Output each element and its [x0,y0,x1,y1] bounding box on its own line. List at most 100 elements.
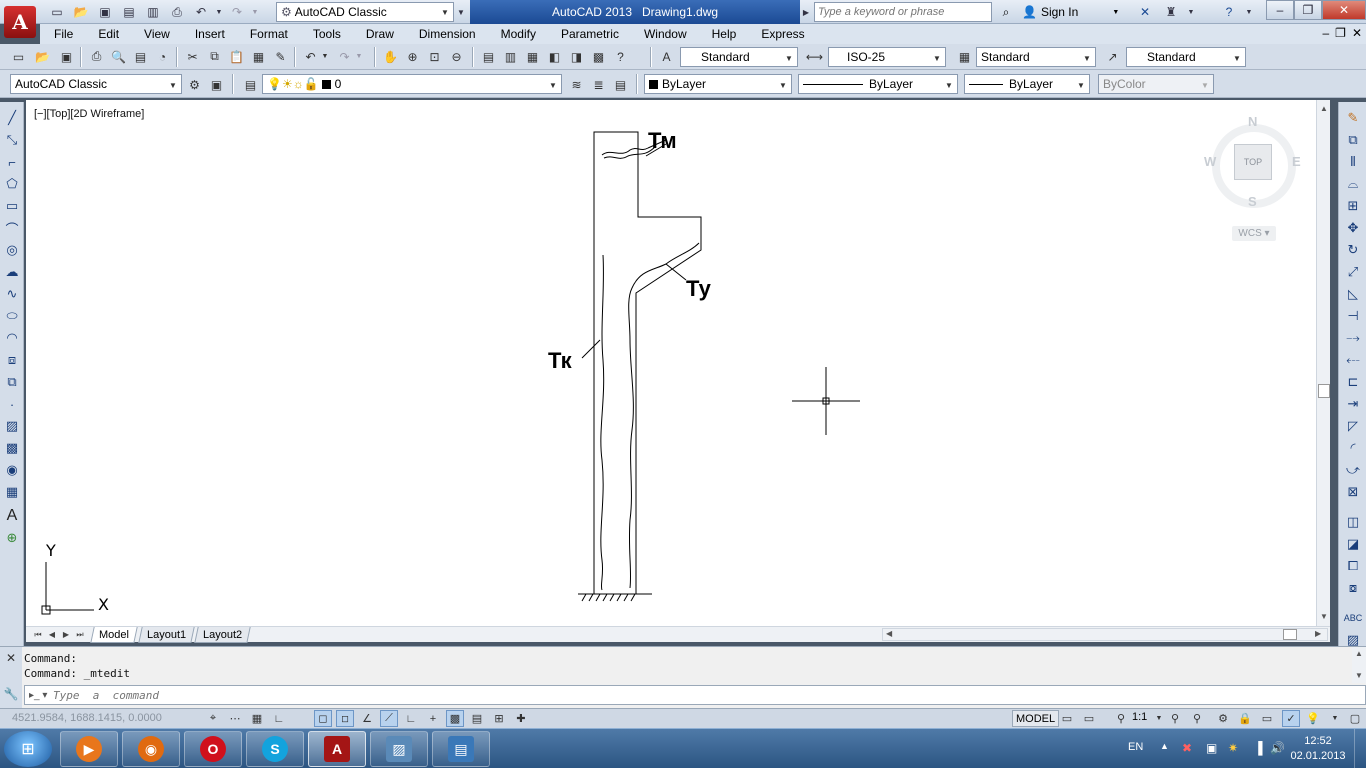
join-icon[interactable]: ⇥ [1343,394,1363,414]
extend-icon[interactable]: ⤍ [1343,328,1363,348]
linetype-dropdown[interactable]: ByLayer ▼ [798,74,958,94]
workspace-toolbar-dropdown[interactable]: AutoCAD Classic ▼ [10,74,182,94]
command-input-row[interactable]: ▸_ ▾ [24,685,1366,705]
text-style-icon[interactable]: A [656,46,677,67]
object-snap-icon[interactable]: ◽ [336,710,354,727]
construction-line-icon[interactable]: ⤡ [2,130,22,150]
plot-icon[interactable]: ⎙ [86,46,107,67]
menu-parametric[interactable]: Parametric [547,24,630,44]
sheet-set-icon[interactable]: ◧ [544,46,565,67]
command-prompt-icon[interactable]: ▸_ ▾ [25,690,53,701]
redo-icon[interactable]: ↷ [334,46,355,67]
maximize-icon[interactable]: ❐ [1294,0,1322,20]
ellipse-icon[interactable]: ⬭ [2,306,22,326]
auto-scale-icon[interactable]: ⚲ [1188,710,1206,727]
match-properties-icon[interactable]: ▦ [248,46,269,67]
workspace-dropdown[interactable]: ⚙ AutoCAD Classic ▼ [276,2,454,22]
draw-order-front-icon[interactable]: ◫ [1343,512,1363,532]
help-icon[interactable]: ? [1218,2,1240,22]
menu-draw[interactable]: Draw [352,24,405,44]
move-icon[interactable]: ✥ [1343,218,1363,238]
search-box[interactable] [814,2,992,22]
dynamic-input-icon[interactable]: + [424,710,442,727]
point-icon[interactable]: · [2,394,22,414]
revision-cloud-icon[interactable]: ☁ [2,262,22,282]
paste-icon[interactable]: 📋 [226,46,247,67]
polar-tracking-icon[interactable]: ◻ [314,710,332,727]
scroll-left-icon[interactable]: ◀ [886,629,892,638]
menu-edit[interactable]: Edit [84,24,130,44]
quick-view-drawings-icon[interactable]: ▭ [1080,710,1098,727]
region-icon[interactable]: ◉ [2,460,22,480]
command-history-scrollbar[interactable]: ▲ ▼ [1352,647,1366,683]
menu-insert[interactable]: Insert [181,24,236,44]
markup-icon[interactable]: ◨ [566,46,587,67]
transparency-icon[interactable]: ▤ [468,710,486,727]
menu-window[interactable]: Window [630,24,698,44]
lineweight-dropdown[interactable]: ByLayer ▼ [964,74,1090,94]
ortho-mode-icon[interactable]: ∟ [270,710,288,727]
dim-style-dropdown[interactable]: ISO-25 ▼ [828,47,946,67]
close-icon[interactable]: ✕ [0,647,22,669]
mleader-style-icon[interactable]: ↗ [1102,46,1123,67]
network-icon[interactable]: ▐ [1254,741,1263,755]
chevron-down-icon[interactable]: ▼ [1326,710,1344,727]
menu-format[interactable]: Format [236,24,299,44]
zoom-realtime-icon[interactable]: ⊕ [402,46,423,67]
save-as-icon[interactable]: ▤ [118,2,140,22]
dynamic-ucs-icon[interactable]: ∟ [402,710,420,727]
ellipse-arc-icon[interactable]: ◠ [2,328,22,348]
draw-order-back-icon[interactable]: ◪ [1343,534,1363,554]
quick-properties-icon[interactable]: ⊞ [490,710,508,727]
horizontal-scroll-thumb[interactable] [1283,629,1297,640]
taskbar-explorer[interactable]: ▤ [432,731,490,767]
tray-expand-icon[interactable]: ▲ [1160,741,1169,751]
wrench-icon[interactable]: 🔧 [0,683,22,705]
taskbar-image-viewer[interactable]: ▨ [370,731,428,767]
tab-layout1[interactable]: Layout1 [138,627,195,643]
grid-display-icon[interactable]: ▦ [248,710,266,727]
offset-icon[interactable]: ⌓ [1343,174,1363,194]
erase-icon[interactable]: ✎ [1343,108,1363,128]
table-style-icon[interactable]: ▦ [954,46,975,67]
hatch-icon[interactable]: ▨ [2,416,22,436]
binoculars-icon[interactable]: ⌕ [996,2,1016,22]
compass-west[interactable]: W [1204,154,1216,169]
undo-icon[interactable]: ↶ [190,2,212,22]
open-icon[interactable]: 📂 [32,46,53,67]
expand-arrow-icon[interactable]: ▶ [800,2,812,22]
multiline-text-icon[interactable]: A [2,506,22,526]
break-at-point-icon[interactable]: ⤎ [1343,350,1363,370]
isolate-objects-icon[interactable]: ✓ [1282,710,1300,727]
circle-icon[interactable]: ◎ [2,240,22,260]
pan-icon[interactable]: ✋ [380,46,401,67]
lineweight-icon[interactable]: ▩ [446,710,464,727]
new-icon[interactable]: ▭ [8,46,29,67]
tab-model[interactable]: Model [90,627,138,643]
new-icon[interactable]: ▭ [46,2,68,22]
compass-north[interactable]: N [1248,114,1257,129]
table-style-dropdown[interactable]: Standard ▼ [976,47,1096,67]
doc-close-icon[interactable]: ✕ [1352,26,1362,40]
model-space-button[interactable]: MODEL [1012,710,1060,727]
taskbar-firefox[interactable]: ◉ [122,731,180,767]
drawing-area[interactable]: [−][Top][2D Wireframe] Тм Ту Тк X Y N S … [26,100,1316,626]
zoom-previous-icon[interactable]: ⊖ [446,46,467,67]
block-editor-icon[interactable]: ✎ [270,46,291,67]
zoom-window-icon[interactable]: ⊡ [424,46,445,67]
prev-tab-icon[interactable]: ◀ [46,628,58,641]
snap-mode-icon[interactable]: ⋯ [226,710,244,727]
doc-restore-icon[interactable]: ❐ [1335,26,1346,40]
workspace-settings-icon[interactable]: ⚙ [184,74,205,95]
design-center-icon[interactable]: ▥ [500,46,521,67]
exchange-icon[interactable]: ✕ [1134,2,1156,22]
undo-icon[interactable]: ↶ [300,46,321,67]
taskbar-autocad[interactable]: A [308,731,366,767]
command-input[interactable] [53,687,1365,703]
publish-icon[interactable]: ▥ [142,2,164,22]
menu-tools[interactable]: Tools [299,24,352,44]
close-icon[interactable]: ✕ [1322,0,1366,20]
gradient-icon[interactable]: ▩ [2,438,22,458]
trim-icon[interactable]: ⊣ [1343,306,1363,326]
start-button[interactable]: ⊞ [4,731,52,767]
